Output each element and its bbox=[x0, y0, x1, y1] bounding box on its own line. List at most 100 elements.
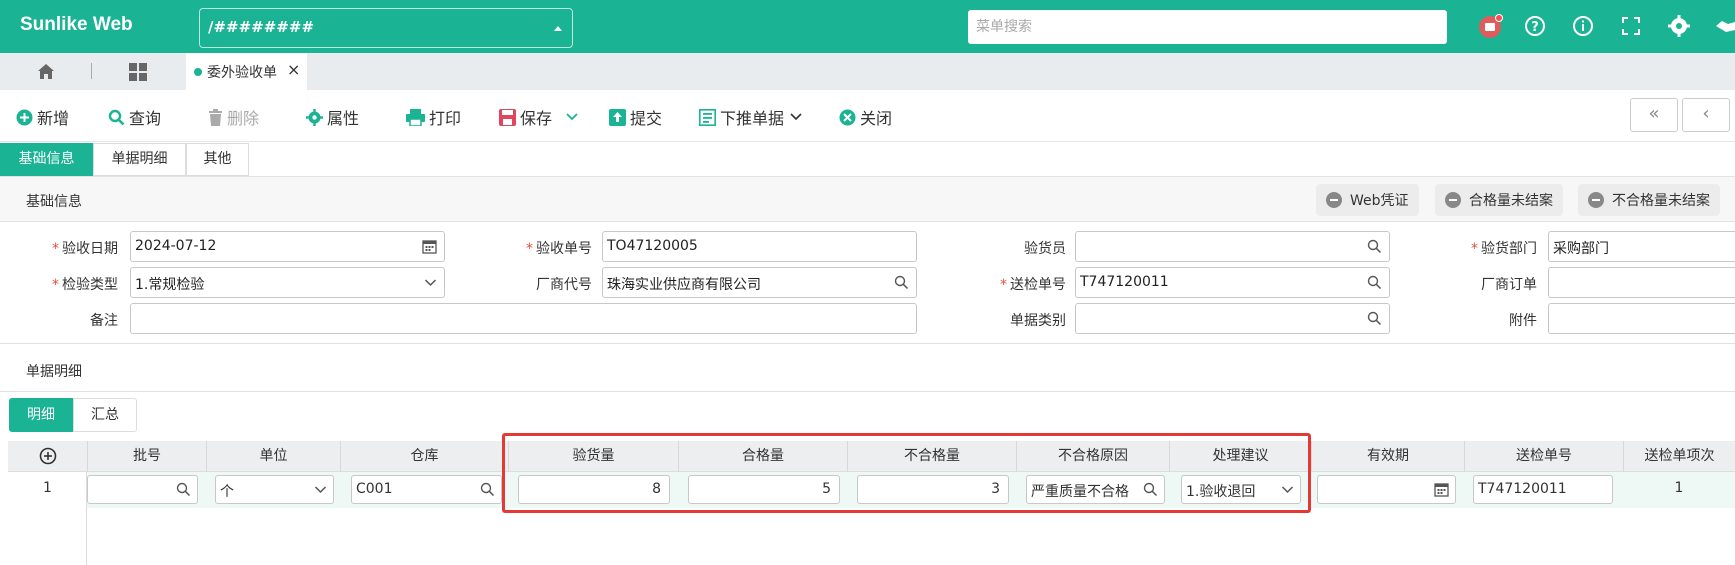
path-value: /######## bbox=[208, 18, 315, 36]
submit-button[interactable]: 提交 bbox=[609, 106, 662, 128]
save-label: 保存 bbox=[520, 109, 553, 128]
inspect-dept-field[interactable]: 采购部门 bbox=[1548, 231, 1735, 262]
search-icon[interactable] bbox=[1367, 311, 1382, 326]
inspect-type-label: * 检验类型 bbox=[52, 277, 118, 293]
info-icon[interactable] bbox=[1571, 14, 1595, 38]
basic-info-title: 基础信息 bbox=[26, 194, 82, 210]
tab-other[interactable]: 其他 bbox=[186, 143, 249, 176]
calendar-icon[interactable] bbox=[422, 239, 437, 254]
inspector-label: 验货员 bbox=[1024, 241, 1066, 257]
gear-icon[interactable] bbox=[1667, 14, 1691, 38]
col-unit[interactable]: 单位 bbox=[206, 441, 340, 472]
detail-title: 单据明细 bbox=[26, 364, 82, 380]
print-label: 打印 bbox=[429, 109, 462, 128]
menu-search-input[interactable] bbox=[968, 10, 1447, 44]
doc-category-label: 单据类别 bbox=[1010, 313, 1066, 329]
push-down-button[interactable]: 下推单据 bbox=[699, 106, 802, 128]
add-circle-icon[interactable] bbox=[39, 447, 57, 465]
query-button[interactable]: 查询 bbox=[108, 106, 161, 128]
row-number: 1 bbox=[43, 480, 52, 496]
home-icon[interactable] bbox=[36, 61, 56, 85]
delete-button[interactable]: 删除 bbox=[208, 106, 259, 128]
search-icon[interactable] bbox=[1367, 275, 1382, 290]
search-icon[interactable] bbox=[894, 275, 909, 290]
chevron-down-icon bbox=[566, 113, 578, 121]
open-tabs-strip: 委外验收单 × bbox=[0, 53, 1735, 90]
attachment-label: 附件 bbox=[1509, 313, 1537, 329]
notification-icon[interactable] bbox=[1478, 14, 1503, 38]
vendor-code-field[interactable]: 珠海实业供应商有限公司 bbox=[602, 267, 917, 298]
send-no-field[interactable]: T747120011 bbox=[1075, 267, 1390, 298]
doc-tab-label: 委外验收单 bbox=[207, 65, 277, 81]
properties-button[interactable]: 属性 bbox=[306, 106, 359, 128]
close-label: 关闭 bbox=[860, 109, 893, 128]
tab-summary[interactable]: 汇总 bbox=[73, 398, 137, 432]
inspect-type-value: 1.常规检验 bbox=[135, 277, 205, 293]
web-voucher-flag[interactable]: Web凭证 bbox=[1316, 184, 1419, 216]
calendar-icon[interactable] bbox=[1434, 482, 1449, 497]
tab-doc-detail[interactable]: 单据明细 bbox=[93, 143, 186, 176]
remark-field[interactable] bbox=[130, 303, 917, 334]
col-batch[interactable]: 批号 bbox=[87, 441, 206, 472]
receipt-date-field[interactable]: 2024-07-12 bbox=[130, 231, 445, 262]
minus-circle-icon bbox=[1588, 192, 1604, 208]
col-warehouse[interactable]: 仓库 bbox=[340, 441, 508, 472]
close-button[interactable]: 关闭 bbox=[839, 106, 892, 128]
path-selector[interactable]: /######## bbox=[199, 8, 573, 48]
delete-label: 删除 bbox=[227, 109, 260, 128]
fullscreen-icon[interactable] bbox=[1619, 14, 1643, 38]
tab-detail[interactable]: 明细 bbox=[9, 398, 73, 432]
col-expiry[interactable]: 有效期 bbox=[1311, 441, 1464, 472]
prev-record-button[interactable]: ‹ bbox=[1682, 98, 1730, 132]
warehouse-cell[interactable]: C001 bbox=[351, 475, 502, 504]
vendor-code-label: 厂商代号 bbox=[536, 277, 592, 293]
inspect-type-select[interactable]: 1.常规检验 bbox=[130, 267, 445, 298]
help-icon[interactable]: ? bbox=[1523, 14, 1547, 38]
new-button[interactable]: 新增 bbox=[16, 106, 69, 128]
print-button[interactable]: 打印 bbox=[406, 106, 461, 128]
remark-label: 备注 bbox=[90, 313, 118, 329]
divider bbox=[0, 391, 1735, 392]
col-send-item[interactable]: 送检单项次 bbox=[1623, 441, 1735, 472]
document-list-icon bbox=[699, 108, 716, 126]
receipt-no-label: * 验收单号 bbox=[526, 241, 592, 257]
upload-icon bbox=[609, 108, 626, 126]
inspector-field[interactable] bbox=[1075, 231, 1390, 262]
new-label: 新增 bbox=[37, 109, 70, 128]
batch-cell[interactable] bbox=[87, 475, 198, 504]
receipt-no-field[interactable]: TO47120005 bbox=[602, 231, 917, 262]
close-icon[interactable]: × bbox=[287, 60, 300, 79]
col-send-no[interactable]: 送检单号 bbox=[1464, 441, 1623, 472]
search-icon[interactable] bbox=[480, 482, 495, 497]
tab-basic-info[interactable]: 基础信息 bbox=[0, 143, 93, 176]
printer-icon bbox=[406, 108, 425, 126]
search-icon[interactable] bbox=[176, 482, 191, 497]
vendor-order-field[interactable] bbox=[1548, 267, 1735, 298]
inspect-dept-label: * 验货部门 bbox=[1471, 241, 1537, 257]
divider bbox=[91, 63, 92, 79]
receipt-date-value: 2024-07-12 bbox=[135, 238, 217, 254]
send-item-value: 1 bbox=[1674, 480, 1684, 496]
qualified-open-flag[interactable]: 合格量未结案 bbox=[1435, 184, 1563, 216]
flag-label: 合格量未结案 bbox=[1469, 193, 1553, 209]
doc-tab-outsource-receipt[interactable]: 委外验收单 × bbox=[186, 53, 307, 90]
highlight-box bbox=[502, 433, 1311, 513]
receipt-date-label: * 验收日期 bbox=[52, 241, 118, 257]
send-no-cell[interactable]: T747120011 bbox=[1473, 475, 1613, 504]
unit-select[interactable]: 个 bbox=[215, 475, 334, 504]
first-record-button[interactable]: « bbox=[1630, 98, 1678, 132]
save-button[interactable]: 保存 bbox=[499, 106, 578, 128]
doc-category-field[interactable] bbox=[1075, 303, 1390, 334]
attachment-field[interactable] bbox=[1548, 303, 1735, 334]
toolbar: 新增 查询 删除 属性 打印 保存 提交 下推单据 关闭 « ‹ bbox=[0, 90, 1735, 142]
add-row-cell[interactable] bbox=[8, 441, 87, 472]
search-icon[interactable] bbox=[1367, 239, 1382, 254]
expiry-cell[interactable] bbox=[1317, 475, 1456, 504]
gear-icon bbox=[306, 108, 323, 126]
grid-icon[interactable] bbox=[128, 62, 148, 86]
send-no-label: * 送检单号 bbox=[1000, 277, 1066, 293]
unqualified-open-flag[interactable]: 不合格量未结案 bbox=[1578, 184, 1720, 216]
warehouse-value: C001 bbox=[356, 481, 393, 497]
properties-label: 属性 bbox=[327, 109, 360, 128]
handshake-icon[interactable] bbox=[1714, 14, 1735, 38]
